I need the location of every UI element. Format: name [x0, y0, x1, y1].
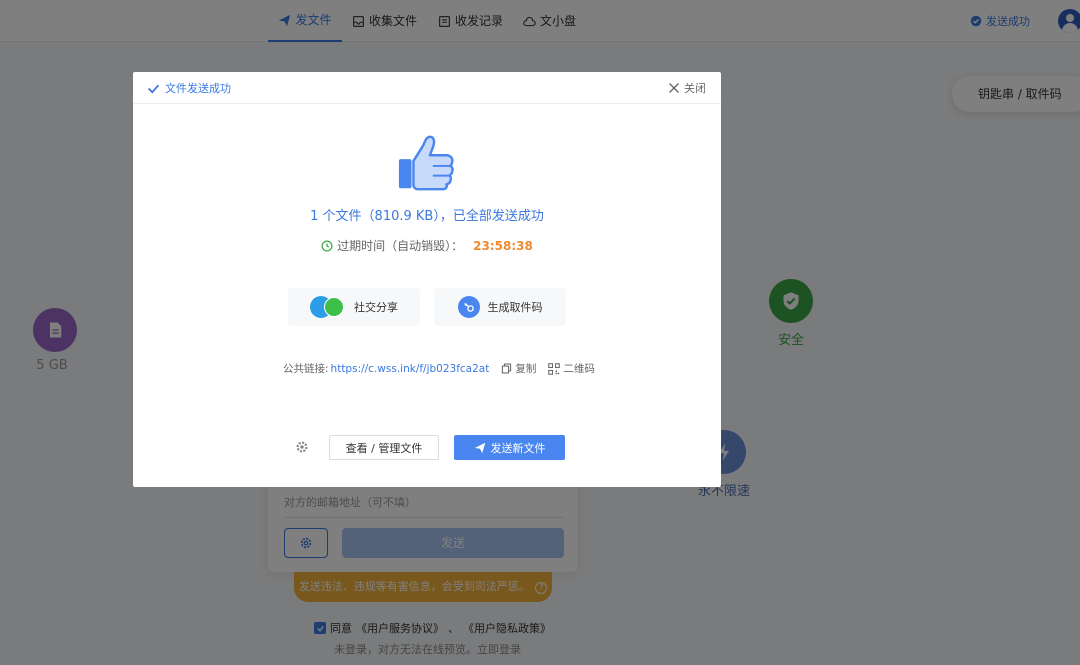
close-button[interactable]: 关闭: [668, 72, 706, 104]
qr-code-icon: [548, 362, 561, 375]
paper-plane-icon: [474, 442, 485, 453]
manage-files-button[interactable]: 查看 / 管理文件: [329, 435, 439, 460]
close-icon: [669, 83, 679, 93]
generate-code-button[interactable]: 生成取件码: [434, 288, 566, 326]
clock-icon: [321, 240, 333, 251]
social-share-icon: [310, 296, 346, 318]
dialog-title: 文件发送成功: [147, 72, 231, 104]
public-link-row: 公共链接: https://c.wss.ink/f/jb023fca2at 复制…: [283, 361, 595, 376]
thumbs-up-icon: [398, 135, 454, 191]
expire-countdown: 23:58:38: [473, 238, 533, 253]
public-link-url[interactable]: https://c.wss.ink/f/jb023fca2at: [331, 363, 490, 375]
send-new-file-button[interactable]: 发送新文件: [454, 435, 565, 460]
copy-icon: [502, 363, 512, 374]
check-icon: [147, 84, 160, 93]
success-message: 1 个文件（810.9 KB），已全部发送成功: [310, 209, 544, 224]
social-share-button[interactable]: 社交分享: [288, 288, 420, 326]
copy-link-button[interactable]: 复制: [501, 361, 536, 376]
dialog-header: 文件发送成功 关闭: [133, 72, 721, 104]
key-icon: [457, 296, 480, 318]
gear-icon[interactable]: [295, 440, 309, 454]
expire-info: 过期时间（自动销毁）： 23:58:38: [133, 237, 721, 254]
send-success-dialog: 文件发送成功 关闭 1 个文件（810.9 KB），已全部发送成功 过期时间（自…: [133, 72, 721, 487]
qr-code-button[interactable]: 二维码: [548, 361, 595, 376]
